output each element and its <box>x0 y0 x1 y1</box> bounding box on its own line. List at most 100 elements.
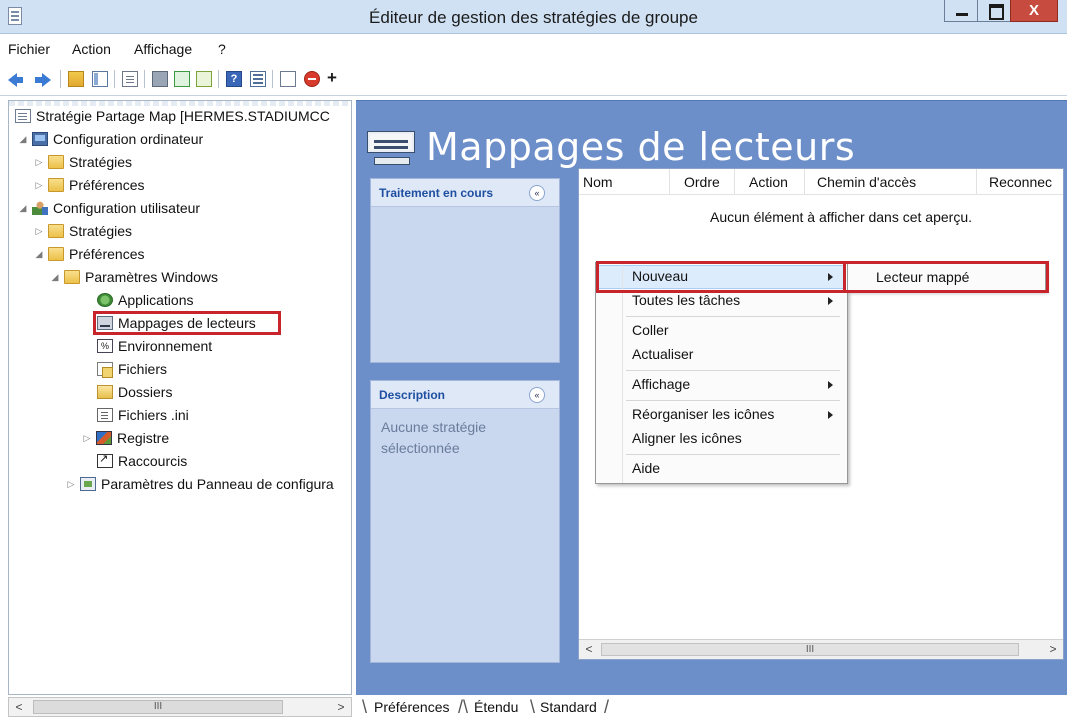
menu-fichier[interactable]: Fichier <box>8 41 50 57</box>
menu-item-refresh[interactable]: Actualiser <box>632 346 693 362</box>
tree-node-registry[interactable]: ▷ Registre <box>81 427 170 449</box>
scroll-right-icon[interactable]: > <box>331 698 351 716</box>
tree-node-applications[interactable]: Applications <box>97 289 194 311</box>
stop-icon[interactable] <box>304 71 320 87</box>
tab-standard[interactable]: Standard <box>536 699 601 715</box>
list-horizontal-scrollbar[interactable]: < III > <box>579 639 1063 659</box>
view-icon[interactable] <box>250 71 266 87</box>
expand-toggle[interactable]: ◢ <box>17 203 29 214</box>
column-separator[interactable] <box>734 169 735 195</box>
collapse-icon[interactable]: « <box>529 387 545 403</box>
tab-etendu[interactable]: Étendu <box>470 699 522 715</box>
description-text: Aucune stratégie sélectionnée <box>381 419 487 456</box>
tree-node-label: Environnement <box>118 338 213 354</box>
folder-icon <box>48 178 64 192</box>
tree-node-label: Applications <box>118 292 194 308</box>
page-icon[interactable] <box>280 71 296 87</box>
scroll-right-icon[interactable]: > <box>1043 640 1063 658</box>
menu-item-all-tasks[interactable]: Toutes les tâches <box>632 292 740 308</box>
menu-item-view[interactable]: Affichage <box>632 376 690 392</box>
column-ordre[interactable]: Ordre <box>684 174 720 190</box>
tree-node-user-preferences[interactable]: ◢ Préférences <box>33 243 145 265</box>
column-action[interactable]: Action <box>749 174 788 190</box>
tree-node-label: Préférences <box>69 177 145 193</box>
close-button[interactable]: X <box>1010 0 1058 22</box>
minimize-button[interactable] <box>944 0 978 22</box>
shortcut-icon <box>97 452 113 468</box>
tree-node-label: Stratégies <box>69 154 133 170</box>
expand-toggle[interactable]: ▷ <box>81 433 93 444</box>
scroll-thumb[interactable]: III <box>33 700 283 714</box>
help-icon[interactable]: ? <box>226 71 242 87</box>
toolbar-separator <box>114 70 115 88</box>
scroll-left-icon[interactable]: < <box>579 640 599 658</box>
menu-separator <box>626 400 840 401</box>
tree-node-computer-preferences[interactable]: ▷ Préférences <box>33 174 145 196</box>
expand-toggle[interactable]: ▷ <box>33 180 45 191</box>
column-reconnect[interactable]: Reconnec <box>989 174 1052 190</box>
tree-node-computer-config[interactable]: ◢ Configuration ordinateur <box>17 128 204 150</box>
expand-toggle[interactable]: ◢ <box>33 249 45 260</box>
title-bar: Éditeur de gestion des stratégies de gro… <box>0 0 1067 34</box>
tree-node-label: Préférences <box>69 246 145 262</box>
tab-divider: /\ <box>458 697 469 717</box>
scroll-left-icon[interactable]: < <box>9 698 29 716</box>
column-chemin[interactable]: Chemin d'accès <box>817 174 916 190</box>
print-icon[interactable] <box>152 71 168 87</box>
up-folder-icon[interactable] <box>68 71 84 87</box>
user-icon <box>32 201 48 215</box>
expand-toggle[interactable]: ▷ <box>65 479 77 490</box>
menu-item-help[interactable]: Aide <box>632 460 660 476</box>
export-list-icon[interactable] <box>196 71 212 87</box>
tree-horizontal-scrollbar[interactable]: < III > <box>8 697 352 717</box>
tree-node-user-config[interactable]: ◢ Configuration utilisateur <box>17 197 201 219</box>
maximize-button[interactable] <box>977 0 1011 22</box>
tree-node-label: Stratégies <box>69 223 133 239</box>
folder-icon <box>48 247 64 261</box>
menu-affichage[interactable]: Affichage <box>134 41 192 57</box>
menu-separator <box>626 454 840 455</box>
policy-icon <box>15 109 31 123</box>
expand-toggle[interactable]: ◢ <box>49 272 61 283</box>
expand-toggle[interactable]: ◢ <box>17 134 29 145</box>
tree-node-environment[interactable]: % Environnement <box>97 335 212 357</box>
expand-toggle[interactable]: ▷ <box>33 226 45 237</box>
menu-item-align-icons[interactable]: Aligner les icônes <box>632 430 742 446</box>
tree-node-ini-files[interactable]: Fichiers .ini <box>97 404 189 426</box>
menu-action[interactable]: Action <box>72 41 111 57</box>
menu-item-arrange-icons[interactable]: Réorganiser les icônes <box>632 406 774 422</box>
tree-node-files[interactable]: Fichiers <box>97 358 167 380</box>
refresh-icon[interactable] <box>174 71 190 87</box>
forward-icon[interactable] <box>35 73 51 87</box>
add-icon[interactable]: + <box>324 69 340 87</box>
tab-preferences[interactable]: Préférences <box>370 699 453 715</box>
column-separator[interactable] <box>976 169 977 195</box>
tree-node-shortcuts[interactable]: Raccourcis <box>97 450 187 472</box>
column-header-row: Nom Ordre Action Chemin d'accès Reconnec <box>579 169 1063 195</box>
show-hide-tree-icon[interactable] <box>92 71 108 87</box>
tree-node-control-panel[interactable]: ▷ Paramètres du Panneau de configura <box>65 473 334 495</box>
tab-divider: \ <box>362 697 368 717</box>
tree-node-label: Configuration ordinateur <box>53 131 204 147</box>
tree-node-computer-strategies[interactable]: ▷ Stratégies <box>33 151 133 173</box>
column-nom[interactable]: Nom <box>583 174 613 190</box>
column-separator[interactable] <box>804 169 805 195</box>
drive-map-icon <box>368 132 416 168</box>
expand-toggle[interactable]: ▷ <box>33 157 45 168</box>
back-icon[interactable] <box>8 73 23 87</box>
tree-node-windows-settings[interactable]: ◢ Paramètres Windows <box>49 266 219 288</box>
window-title: Éditeur de gestion des stratégies de gro… <box>369 8 698 27</box>
tree-node-user-strategies[interactable]: ▷ Stratégies <box>33 220 133 242</box>
annotation-highlight-divider <box>843 264 846 290</box>
menu-help[interactable]: ? <box>218 41 226 57</box>
tree-node-root[interactable]: Stratégie Partage Map [HERMES.STADIUMCC <box>15 105 330 127</box>
collapse-icon[interactable]: « <box>529 185 545 201</box>
column-separator[interactable] <box>669 169 670 195</box>
tree-node-label: Paramètres Windows <box>85 269 219 285</box>
tree-node-folders[interactable]: Dossiers <box>97 381 172 403</box>
menu-item-paste[interactable]: Coller <box>632 322 669 338</box>
context-menu: Nouveau Toutes les tâches Coller Actuali… <box>595 262 848 484</box>
toolbar-separator <box>272 70 273 88</box>
properties-icon[interactable] <box>122 71 138 87</box>
scroll-thumb[interactable]: III <box>601 643 1019 656</box>
